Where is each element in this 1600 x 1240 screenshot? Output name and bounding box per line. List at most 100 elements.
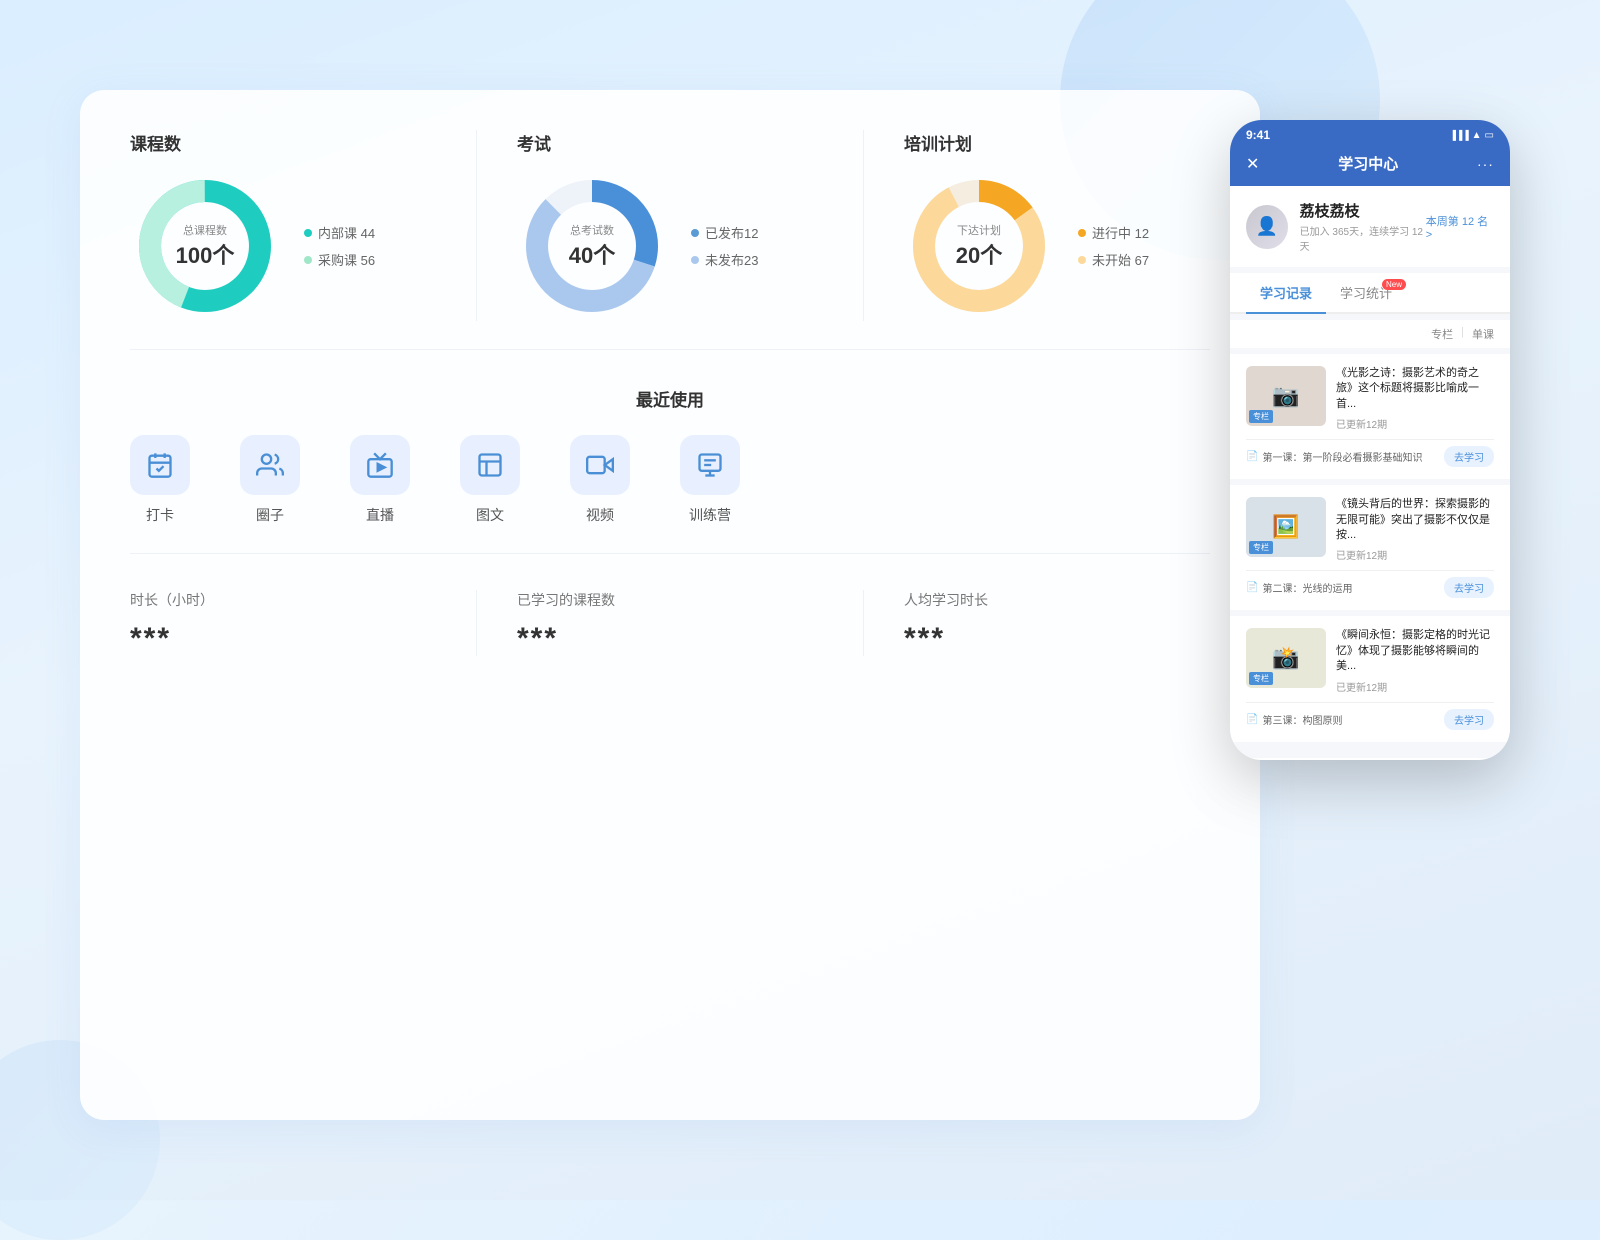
icon-item-camp[interactable]: 训练营	[680, 435, 740, 525]
filter-option-single[interactable]: 单课	[1472, 326, 1494, 342]
donut-courses: 总课程数 100个	[130, 171, 280, 321]
icon-item-circle[interactable]: 圈子	[240, 435, 300, 525]
stat-title-courses: 课程数	[130, 130, 436, 155]
phone-profile-card: 👤 荔枝荔枝 已加入 365天，连续学习 12天 本周第 12 名 >	[1230, 186, 1510, 267]
main-card: 课程数 总课程数 100个	[80, 90, 1260, 1120]
phone-tabs-bar: 学习记录 学习统计 New	[1230, 273, 1510, 314]
recent-icons-row: 打卡 圈子 直播	[130, 435, 1210, 525]
phone-status-bar: 9:41 ▐▐▐ ▲ ▭	[1230, 120, 1510, 147]
donut-sub-courses: 总课程数	[176, 222, 235, 238]
phone-course-thumb-1: 🖼️ 专栏	[1246, 497, 1326, 557]
phone-close-icon[interactable]: ✕	[1246, 154, 1259, 174]
go-study-btn-1[interactable]: 去学习	[1444, 577, 1494, 598]
bottom-stat-courses-learned: 已学习的课程数 ***	[477, 590, 864, 656]
phone-course-thumb-0: 📷 专栏	[1246, 366, 1326, 426]
battery-icon: ▭	[1485, 130, 1494, 141]
live-icon	[366, 451, 394, 479]
phone-course-lesson-2: 第三课：构图原则	[1262, 712, 1342, 727]
icon-label-camp: 训练营	[689, 505, 731, 525]
phone-nav-title: 学习中心	[1338, 153, 1398, 174]
phone-user-stats: 已加入 365天，连续学习 12天	[1300, 223, 1426, 253]
donut-label-training: 下达计划 20个	[956, 222, 1002, 270]
go-study-btn-0[interactable]: 去学习	[1444, 446, 1494, 467]
checkin-icon	[146, 451, 174, 479]
icon-item-video[interactable]: 视频	[570, 435, 630, 525]
circle-icon	[256, 451, 284, 479]
camp-icon	[696, 451, 724, 479]
lesson-icon-0: 📄	[1246, 451, 1258, 462]
phone-device: 9:41 ▐▐▐ ▲ ▭ ✕ 学习中心 ··· 👤 荔枝荔枝 已加入 365天，…	[1230, 120, 1510, 760]
bottom-stat-value-courses-learned: ***	[517, 622, 823, 656]
phone-course-title-1: 《镜头背后的世界：探索摄影的无限可能》突出了摄影不仅仅是按...	[1336, 497, 1494, 543]
phone-rank-text[interactable]: 本周第 12 名 >	[1426, 213, 1494, 241]
recent-section: 最近使用 打卡 圈子	[130, 386, 1210, 554]
legend-training: 进行中 12 未开始 67	[1078, 223, 1149, 269]
donut-training: 下达计划 20个	[904, 171, 1054, 321]
phone-body: 👤 荔枝荔枝 已加入 365天，连续学习 12天 本周第 12 名 > 学习记录…	[1230, 186, 1510, 758]
phone-course-info-0: 《光影之诗：摄影艺术的奇之旅》这个标题将摄影比喻成一首... 已更新12期	[1336, 366, 1494, 431]
phone-course-info-1: 《镜头背后的世界：探索摄影的无限可能》突出了摄影不仅仅是按... 已更新12期	[1336, 497, 1494, 562]
phone-course-info-2: 《瞬间永恒：摄影定格的时光记忆》体现了摄影能够将瞬间的美... 已更新12期	[1336, 628, 1494, 693]
phone-course-thumb-2: 📸 专栏	[1246, 628, 1326, 688]
bottom-stat-duration: 时长（小时） ***	[130, 590, 477, 656]
legend-item-unpublished: 未发布23	[691, 250, 758, 269]
bottom-stat-label-avg: 人均学习时长	[904, 590, 1210, 610]
legend-item-internal: 内部课 44	[304, 223, 375, 242]
legend-item-ongoing: 进行中 12	[1078, 223, 1149, 242]
phone-status-icons: ▐▐▐ ▲ ▭	[1450, 130, 1495, 141]
stat-card-exams: 考试 总考试数 40个	[477, 130, 864, 321]
phone-course-update-1: 已更新12期	[1336, 547, 1494, 562]
bottom-stat-label-courses-learned: 已学习的课程数	[517, 590, 823, 610]
icon-box-camp	[680, 435, 740, 495]
phone-filter-row: 专栏 | 单课	[1230, 320, 1510, 348]
icon-label-graphic: 图文	[476, 505, 504, 525]
icon-box-graphic	[460, 435, 520, 495]
phone-course-title-0: 《光影之诗：摄影艺术的奇之旅》这个标题将摄影比喻成一首...	[1336, 366, 1494, 412]
icon-box-circle	[240, 435, 300, 495]
phone-user-name: 荔枝荔枝	[1300, 200, 1426, 221]
legend-item-published: 已发布12	[691, 223, 758, 242]
signal-icon: ▐▐▐	[1450, 130, 1469, 140]
recent-title: 最近使用	[130, 386, 1210, 411]
phone-course-update-2: 已更新12期	[1336, 679, 1494, 694]
donut-label-courses: 总课程数 100个	[176, 222, 235, 270]
bottom-stats-row: 时长（小时） *** 已学习的课程数 *** 人均学习时长 ***	[130, 590, 1210, 656]
stat-title-training: 培训计划	[904, 130, 1210, 155]
donut-exams: 总考试数 40个	[517, 171, 667, 321]
donut-num-courses: 100个	[176, 243, 235, 268]
video-icon	[586, 451, 614, 479]
bottom-stat-avg-duration: 人均学习时长 ***	[864, 590, 1210, 656]
phone-tab-stats[interactable]: 学习统计 New	[1326, 273, 1406, 312]
legend-exams: 已发布12 未发布23	[691, 223, 758, 269]
phone-course-update-0: 已更新12期	[1336, 416, 1494, 431]
icon-item-checkin[interactable]: 打卡	[130, 435, 190, 525]
icon-label-checkin: 打卡	[146, 505, 174, 525]
icon-item-live[interactable]: 直播	[350, 435, 410, 525]
phone-tab-records[interactable]: 学习记录	[1246, 273, 1326, 314]
bottom-stat-value-avg: ***	[904, 622, 1210, 656]
phone-time: 9:41	[1246, 128, 1270, 142]
legend-courses: 内部课 44 采购课 56	[304, 223, 375, 269]
icon-box-checkin	[130, 435, 190, 495]
icon-label-video: 视频	[586, 505, 614, 525]
phone-avatar: 👤	[1246, 205, 1288, 249]
icon-item-graphic[interactable]: 图文	[460, 435, 520, 525]
phone-more-icon[interactable]: ···	[1477, 156, 1494, 172]
phone-course-card-2: 📸 专栏 《瞬间永恒：摄影定格的时光记忆》体现了摄影能够将瞬间的美... 已更新…	[1230, 616, 1510, 741]
new-badge: New	[1382, 279, 1406, 290]
go-study-btn-2[interactable]: 去学习	[1444, 709, 1494, 730]
bottom-stat-value-duration: ***	[130, 622, 436, 656]
stats-row: 课程数 总课程数 100个	[130, 130, 1210, 350]
phone-course-lesson-0: 第一课：第一阶段必看摄影基础知识	[1262, 449, 1422, 464]
bottom-stat-label-duration: 时长（小时）	[130, 590, 436, 610]
icon-box-live	[350, 435, 410, 495]
lesson-icon-2: 📄	[1246, 714, 1258, 725]
phone-nav-header: ✕ 学习中心 ···	[1230, 147, 1510, 186]
filter-option-album[interactable]: 专栏	[1431, 326, 1453, 342]
lesson-icon-1: 📄	[1246, 582, 1258, 593]
icon-label-circle: 圈子	[256, 505, 284, 525]
stat-card-training: 培训计划 下达计划 20个	[864, 130, 1210, 321]
phone-course-card-0: 📷 专栏 《光影之诗：摄影艺术的奇之旅》这个标题将摄影比喻成一首... 已更新1…	[1230, 354, 1510, 479]
graphic-icon	[476, 451, 504, 479]
stat-title-exams: 考试	[517, 130, 823, 155]
